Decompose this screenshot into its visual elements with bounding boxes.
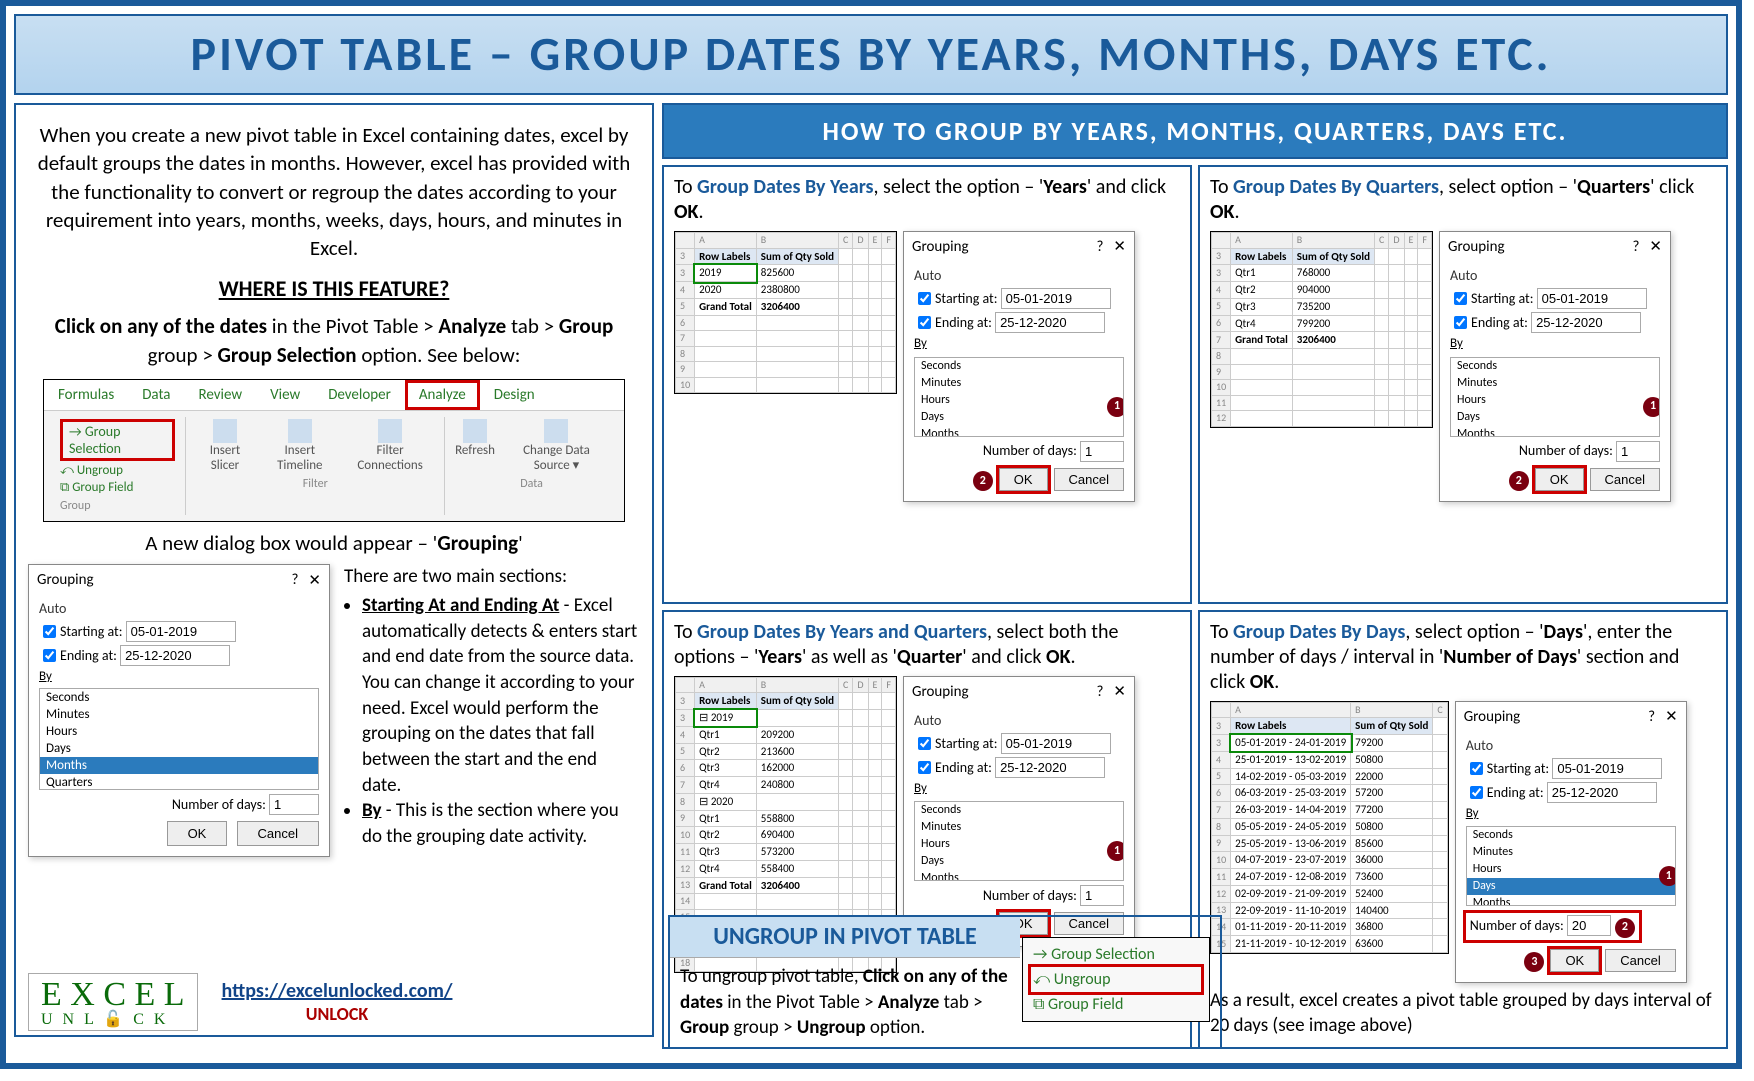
- group-selection-button[interactable]: → Group Selection: [60, 419, 175, 461]
- dlg-help-icon[interactable]: ?: [281, 571, 308, 590]
- url-block: https://excelunlocked.com/ UNLOCK: [222, 979, 453, 1025]
- ribbon-body: → Group Selection ⤺ Ungroup ⧉ Group Fiel…: [44, 411, 624, 521]
- panel-quarters: To Group Dates By Quarters, select optio…: [1198, 165, 1728, 604]
- ungroup-panel: UNGROUP IN PIVOT TABLE To ungroup pivot …: [668, 915, 1222, 1049]
- years-dialog: Grouping?✕AutoStarting at: Ending at: By…: [903, 231, 1135, 502]
- by-label: By: [39, 669, 319, 684]
- panel-days: To Group Dates By Days, select option – …: [1198, 610, 1728, 1049]
- refresh-button[interactable]: Refresh: [455, 419, 495, 473]
- right-header: HOW TO GROUP BY YEARS, MONTHS, QUARTERS,…: [662, 103, 1728, 159]
- numdays-label: Number of days:: [172, 796, 266, 813]
- menu-ungroup[interactable]: ⤺ Ungroup: [1031, 967, 1201, 992]
- filter-connections-button[interactable]: Filter Connections: [346, 419, 434, 473]
- grouping-dialog: Grouping ? ✕ Auto Starting at:: [28, 564, 330, 857]
- page-root: PIVOT TABLE – GROUP DATES BY YEARS, MONT…: [0, 0, 1742, 1069]
- menu-group-field[interactable]: ⧉ Group Field: [1031, 992, 1201, 1017]
- dlg-title: Grouping: [37, 571, 94, 590]
- cancel-button[interactable]: Cancel: [237, 821, 319, 846]
- days-dialog: Grouping?✕AutoStarting at: Ending at: By…: [1455, 701, 1687, 984]
- ok-button[interactable]: OK: [167, 821, 228, 846]
- days-sheet: ABC3Row LabelsSum of Qty Sold305-01-2019…: [1210, 701, 1449, 954]
- auto-label: Auto: [39, 600, 319, 617]
- quarters-dialog: Grouping?✕AutoStarting at: Ending at: By…: [1439, 231, 1671, 502]
- starting-at-label: Starting at:: [60, 623, 122, 640]
- menu-group-selection[interactable]: → Group Selection: [1031, 942, 1201, 967]
- page-title: PIVOT TABLE – GROUP DATES BY YEARS, MONT…: [16, 24, 1726, 83]
- dialog-caption: A new dialog box would appear – 'Groupin…: [28, 530, 640, 556]
- click-path: Click on any of the dates in the Pivot T…: [28, 312, 640, 371]
- ribbon-mock: Formulas Data Review View Developer Anal…: [43, 379, 625, 522]
- years-combo: ABCDEF3Row LabelsSum of Qty Sold32019825…: [674, 231, 1180, 502]
- group-label-group: Group: [60, 499, 175, 513]
- tab-data[interactable]: Data: [128, 380, 184, 410]
- ribbon-tabs: Formulas Data Review View Developer Anal…: [44, 380, 624, 411]
- change-data-source-button[interactable]: Change Data Source ▾: [505, 419, 608, 473]
- tab-design[interactable]: Design: [480, 380, 549, 410]
- tab-analyze[interactable]: Analyze: [405, 380, 480, 410]
- group-label-filter: Filter: [196, 477, 434, 491]
- logo-row: E X C E L U N L 🔓 C K https://excelunloc…: [28, 973, 452, 1031]
- right-column: HOW TO GROUP BY YEARS, MONTHS, QUARTERS,…: [662, 103, 1728, 1037]
- starting-at-checkbox[interactable]: [43, 625, 56, 638]
- excel-unlocked-logo: E X C E L U N L 🔓 C K: [28, 973, 198, 1031]
- days-result-note: As a result, excel creates a pivot table…: [1210, 989, 1716, 1038]
- title-bar: PIVOT TABLE – GROUP DATES BY YEARS, MONT…: [14, 14, 1728, 95]
- tab-developer[interactable]: Developer: [314, 380, 405, 410]
- tab-formulas[interactable]: Formulas: [44, 380, 128, 410]
- left-panel: When you create a new pivot table in Exc…: [14, 103, 654, 1037]
- ending-at-input[interactable]: [120, 645, 230, 666]
- intro-text: When you create a new pivot table in Exc…: [28, 121, 640, 263]
- sections-text: There are two main sections: Starting At…: [330, 564, 640, 857]
- ending-at-checkbox[interactable]: [43, 649, 56, 662]
- numdays-input[interactable]: [269, 794, 319, 815]
- tab-review[interactable]: Review: [185, 380, 257, 410]
- by-listbox[interactable]: Seconds Minutes Hours Days Months Quarte…: [39, 688, 319, 790]
- days-combo: ABC3Row LabelsSum of Qty Sold305-01-2019…: [1210, 701, 1716, 984]
- ungroup-button[interactable]: ⤺ Ungroup: [60, 463, 175, 478]
- ending-at-label: Ending at:: [60, 647, 117, 664]
- site-link[interactable]: https://excelunlocked.com/: [222, 979, 453, 1003]
- where-heading: WHERE IS THIS FEATURE?: [28, 275, 640, 302]
- columns: When you create a new pivot table in Exc…: [6, 103, 1736, 1043]
- quarters-combo: ABCDEF3Row LabelsSum of Qty Sold3Qtr1768…: [1210, 231, 1716, 502]
- panel-years: To Group Dates By Years, select the opti…: [662, 165, 1192, 604]
- yq-dialog: Grouping?✕AutoStarting at: Ending at: By…: [903, 676, 1135, 947]
- insert-timeline-button[interactable]: Insert Timeline: [263, 419, 336, 473]
- group-label-data: Data: [455, 477, 608, 491]
- dlg-close-icon[interactable]: ✕: [308, 571, 321, 590]
- years-sheet: ABCDEF3Row LabelsSum of Qty Sold32019825…: [674, 231, 897, 394]
- tab-view[interactable]: View: [256, 380, 314, 410]
- starting-at-input[interactable]: [126, 621, 236, 642]
- group-field-button[interactable]: ⧉ Group Field: [60, 480, 175, 495]
- ungroup-menu: → Group Selection ⤺ Ungroup ⧉ Group Fiel…: [1022, 937, 1210, 1022]
- unlock-text: UNLOCK: [222, 1003, 453, 1025]
- insert-slicer-button[interactable]: Insert Slicer: [196, 419, 253, 473]
- quarters-sheet: ABCDEF3Row LabelsSum of Qty Sold3Qtr1768…: [1210, 231, 1433, 428]
- ungroup-title: UNGROUP IN PIVOT TABLE: [670, 917, 1020, 958]
- left-lower: Grouping ? ✕ Auto Starting at:: [28, 564, 640, 857]
